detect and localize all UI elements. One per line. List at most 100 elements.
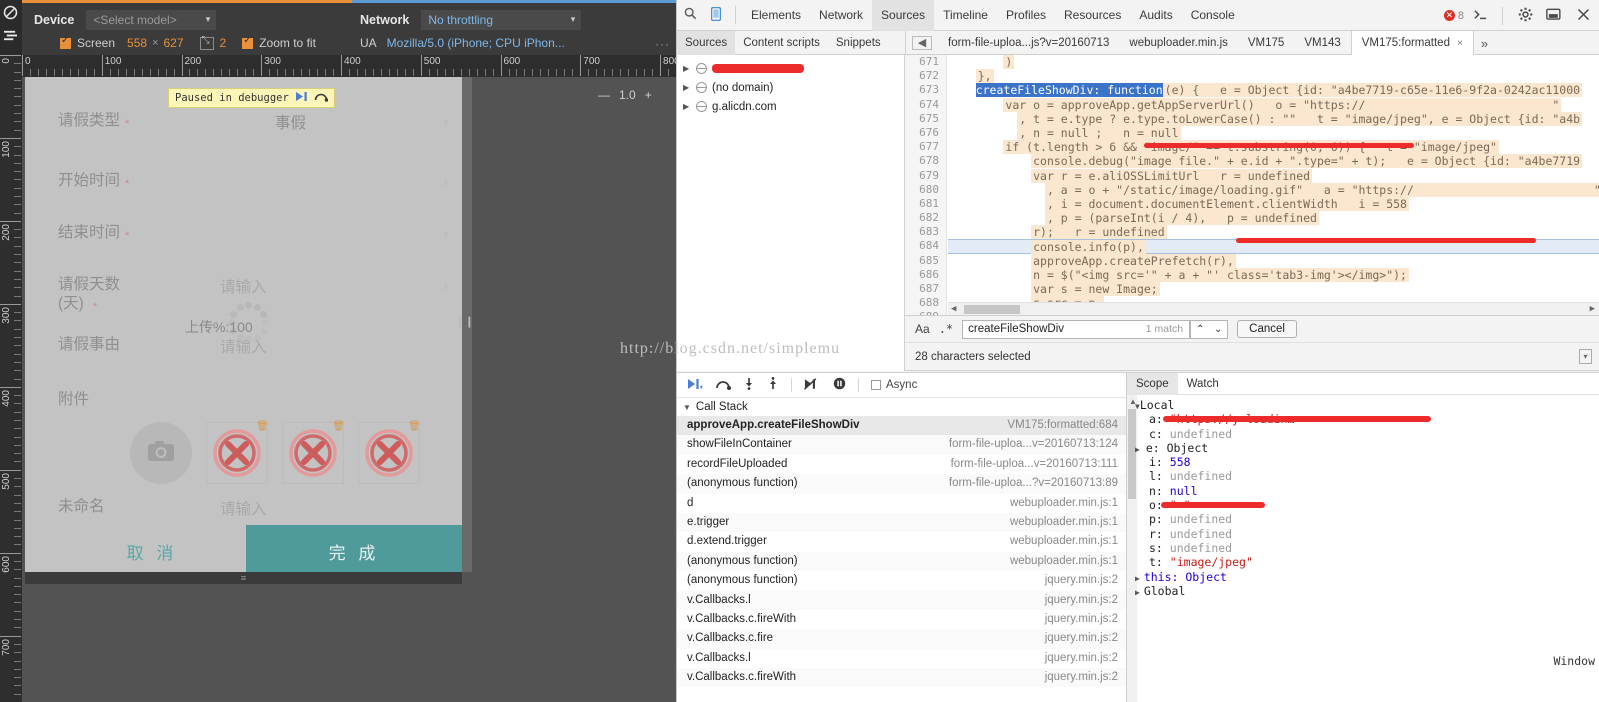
scope-var-p[interactable]: p: undefined [1135,512,1599,526]
scope-var-r[interactable]: r: undefined [1135,527,1599,541]
scope-var-s[interactable]: s: undefined [1135,541,1599,555]
attachment-thumb[interactable]: 🗑 [206,421,269,484]
tab-elements[interactable]: Elements [742,0,810,31]
code-editor[interactable]: 671 672 673 674 675 676 677 678 679 680 681 682 683 6… [905,55,1599,316]
scroll-right-icon[interactable]: ▶ [1590,304,1595,314]
nav-tab-content-scripts[interactable]: Content scripts [735,31,828,55]
console-drawer-icon[interactable] [1467,8,1493,24]
zoom-to-fit-checkbox[interactable] [242,35,254,49]
async-checkbox[interactable] [871,380,881,390]
device-viewport[interactable]: ❙❙ 请假类型 * 事假 › 开始时间 * › 结束时间 * › 请假天数 (天… [25,77,474,578]
call-stack-row[interactable]: v.Callbacks.l jquery.min.js:2 [677,590,1126,610]
code-line-681[interactable]: , i = document.documentElement.clientWid… [948,196,1599,211]
emulation-overflow-button[interactable]: ··· [655,37,670,51]
step-over-icon[interactable] [715,378,731,393]
code-line-675[interactable]: , t = e.type ? e.type.toLowerCase() : ""… [948,111,1599,126]
zoom-out-button[interactable]: — [598,88,610,102]
code-line-673[interactable]: createFileShowDiv: function (e) { e = Obj… [948,83,1599,98]
code-line-682[interactable]: , p = (parseInt(i / 4), p = undefined [948,211,1599,226]
viewport-resize-handle-right[interactable]: ❙❙ [456,315,474,328]
attachment-thumb[interactable]: 🗑 [282,421,345,484]
scope-var-e[interactable]: ▶ e: Object [1135,441,1599,455]
step-over-icon[interactable] [314,91,329,105]
call-stack-row[interactable]: d.extend.trigger webuploader.min.js:1 [677,532,1126,551]
scope-var-o[interactable]: o: " " [1135,498,1599,512]
screen-height-input[interactable]: 627 [164,36,184,50]
find-input[interactable]: createFileShowDiv 1 match [962,319,1191,339]
viewport-resize-handle-bottom[interactable]: ≡ [25,572,462,584]
scope-this[interactable]: ▶ this: Object [1135,570,1599,584]
resume-script-icon[interactable] [687,378,703,393]
code-line-672[interactable]: }, [948,69,1599,84]
dock-icon[interactable] [1541,8,1567,24]
chevron-right-icon[interactable]: ▶ [683,83,691,92]
scope-var-n[interactable]: n: null [1135,484,1599,498]
deactivate-breakpoints-icon[interactable] [803,377,821,393]
file-tab-4[interactable]: VM175:formatted × [1350,31,1474,55]
block-icon[interactable] [3,5,18,23]
code-line-679[interactable]: var r = e.aliOSSLimitUrl r = undefined [948,168,1599,183]
call-stack-row[interactable]: recordFileUploaded form-file-uploa...v=20… [677,455,1126,474]
find-cancel-button[interactable]: Cancel [1237,320,1297,338]
close-icon[interactable] [1570,8,1596,24]
tab-audits[interactable]: Audits [1130,0,1181,31]
match-case-button[interactable]: Aa [915,322,930,336]
code-line-676[interactable]: , n = null ; n = null [948,125,1599,140]
call-stack-row[interactable]: v.Callbacks.c.fireWith jquery.min.js:2 [677,668,1126,688]
delete-attachment-icon[interactable]: 🗑 [408,421,421,432]
call-stack-header[interactable]: ▼ Call Stack [677,398,1126,416]
scope-section-global[interactable]: ▶ Global [1135,584,1599,598]
chevron-right-icon[interactable]: ▶ [1135,445,1140,454]
delete-attachment-icon[interactable]: 🗑 [332,421,345,432]
code-line-671[interactable]: ) [948,55,1599,69]
network-throttling-select[interactable]: No throttling ▾ [421,10,582,30]
scroll-left-icon[interactable]: ◀ [951,304,956,314]
async-checkbox-row[interactable]: Async [871,379,917,391]
call-stack-row[interactable]: showFileInContainer form-file-uploa...v=2… [677,435,1126,455]
scope-var-t[interactable]: t: "image/jpeg" [1135,555,1599,569]
chevron-right-icon[interactable]: ▶ [1135,574,1140,583]
close-icon[interactable]: × [1457,38,1463,49]
file-tab-1[interactable]: webuploader.min.js [1119,31,1237,55]
call-stack-row[interactable]: approveApp.createFileShowDiv VM175:format… [677,416,1126,436]
scrollbar-thumb[interactable] [964,305,1020,314]
search-icon[interactable] [677,7,703,23]
navigator-item-1[interactable]: ▶ (no domain) [677,78,904,97]
code-line-674[interactable]: var o = approveApp.getAppServerUrl() o =… [948,97,1599,112]
code-content[interactable]: ) }, createFileShowDiv: function (e) { e … [948,55,1599,315]
file-tab-scroll-left-icon[interactable]: ◀ [912,36,932,50]
call-stack-row[interactable]: (anonymous function) webuploader.min.js:1 [677,551,1126,572]
scope-section-local[interactable]: ▼Local [1135,398,1599,412]
chevron-right-icon[interactable]: ▶ [683,102,691,111]
attachment-thumb[interactable]: 🗑 [358,421,421,484]
code-line-685[interactable]: approveApp.createPrefetch(r), [948,253,1599,268]
gear-icon[interactable] [1512,7,1538,25]
chevron-right-icon[interactable]: ▶ [1135,588,1140,597]
resume-script-icon[interactable] [295,91,308,105]
nav-tab-snippets[interactable]: Snippets [828,31,889,55]
scope-tab-scope[interactable]: Scope [1127,373,1178,395]
code-line-678[interactable]: console.debug("image file." + e.id + ".t… [948,154,1599,169]
tab-network[interactable]: Network [810,0,872,31]
tab-resources[interactable]: Resources [1055,0,1130,31]
step-into-icon[interactable] [743,377,755,393]
scope-var-l[interactable]: l: undefined [1135,469,1599,483]
scope-var-i[interactable]: i: 558 [1135,455,1599,469]
screen-width-input[interactable]: 558 [127,36,147,50]
device-toggle-icon[interactable] [703,6,729,24]
tab-sources[interactable]: Sources [872,0,935,31]
find-prev-icon[interactable]: ⌃ [1191,321,1209,338]
ua-string-value[interactable]: Mozilla/5.0 (iPhone; CPU iPhon... [387,36,565,50]
throttle-icon[interactable] [3,29,18,45]
device-model-select[interactable]: <Select model> ▾ [86,10,217,30]
scope-var-a[interactable]: a: "https://y loadin… [1135,412,1599,426]
call-stack-row[interactable]: (anonymous function) jquery.min.js:2 [677,571,1126,590]
code-line-686[interactable]: n = $("<img src='" + a + "' class='tab3-… [948,267,1599,282]
call-stack-row[interactable]: v.Callbacks.c.fireWith jquery.min.js:2 [677,610,1126,629]
device-pixel-ratio-icon[interactable] [199,35,214,50]
navigator-item-0[interactable]: ▶ [677,59,904,78]
chevron-right-icon[interactable]: ▶ [683,64,691,73]
tab-profiles[interactable]: Profiles [997,0,1055,31]
form-input-leave-days[interactable]: 请输入 [220,275,267,297]
file-tab-3[interactable]: VM143 [1294,31,1350,55]
